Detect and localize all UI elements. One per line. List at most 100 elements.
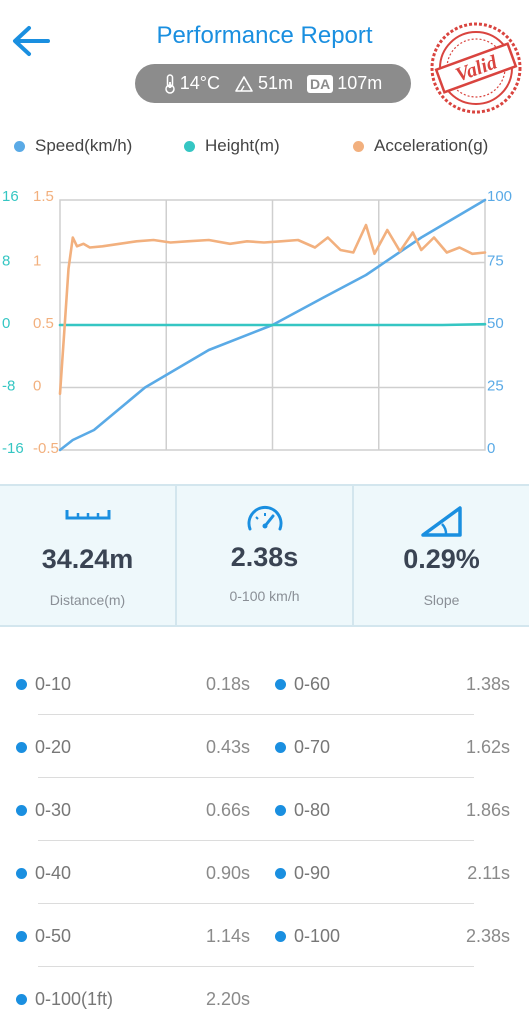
split-bullet	[16, 994, 27, 1005]
speed-axis-tick: 25	[487, 378, 504, 395]
split-range-label: 0-10	[35, 674, 72, 694]
zero-to-hundred-label: 0-100 km/h	[229, 588, 300, 604]
legend-acceleration-label: Acceleration(g)	[374, 136, 489, 155]
split-range-label: 0-30	[35, 800, 72, 820]
split-range-label: 0-60	[294, 674, 331, 694]
ruler-icon	[65, 510, 110, 520]
split-range: 0-10	[16, 674, 71, 695]
mountain-icon	[235, 75, 253, 92]
split-bullet	[16, 868, 27, 879]
legend-acceleration: Acceleration(g)	[353, 136, 488, 156]
speed-axis-tick: 75	[487, 253, 504, 270]
split-range: 0-30	[16, 800, 71, 821]
altitude-info: 51m	[234, 73, 293, 94]
split-range: 0-100(1ft)	[16, 989, 113, 1010]
split-range-label: 0-40	[35, 863, 72, 883]
distance-value: 34.24m	[41, 544, 134, 574]
chart-legend: Speed(km/h) Height(m) Acceleration(g)	[0, 136, 529, 160]
split-time: 0.43s	[205, 737, 250, 757]
altitude-value: 51m	[257, 73, 293, 93]
split-time: 0.66s	[205, 800, 250, 820]
slope-icon	[420, 506, 462, 537]
height-axis-tick: 16	[2, 188, 19, 205]
split-bullet	[16, 931, 27, 942]
split-range-label: 0-90	[294, 863, 331, 883]
height-axis-tick: -16	[2, 440, 24, 457]
legend-height-label: Height(m)	[205, 136, 280, 155]
split-range-label: 0-100(1ft)	[35, 989, 114, 1009]
split-range: 0-70	[275, 737, 330, 758]
split-time: 1.14s	[205, 926, 250, 946]
split-time: 1.38s	[465, 674, 510, 694]
distance-metric: 34.24m Distance(m)	[0, 486, 175, 625]
density-altitude-value: 107m	[337, 73, 383, 93]
split-range: 0-50	[16, 926, 71, 947]
split-bullet	[16, 742, 27, 753]
da-badge: DA	[306, 74, 334, 93]
legend-speed-label: Speed(km/h)	[35, 136, 133, 155]
split-range-label: 0-70	[294, 737, 331, 757]
split-row: 0-30 0.66s 0-80 1.86s	[0, 778, 529, 841]
environment-badge: 14°C 51m DA 107m	[135, 64, 411, 103]
slope-value: 0.29%	[403, 544, 480, 574]
split-range: 0-100	[275, 926, 340, 947]
acceleration-axis-tick: 0.5	[33, 315, 54, 332]
split-row: 0-40 0.90s 0-90 2.11s	[0, 841, 529, 904]
split-range-label: 0-80	[294, 800, 331, 820]
split-row: 0-20 0.43s 0-70 1.62s	[0, 715, 529, 778]
zero-to-hundred-value: 2.38s	[230, 542, 299, 572]
split-range: 0-60	[275, 674, 330, 695]
split-row: 0-100(1ft) 2.20s	[0, 967, 529, 1024]
acceleration-axis-tick: -0.5	[33, 440, 59, 457]
split-time: 1.62s	[465, 737, 510, 757]
split-row: 0-50 1.14s 0-100 2.38s	[0, 904, 529, 967]
split-row: 0-10 0.18s 0-60 1.38s	[0, 652, 529, 715]
speedometer-icon	[247, 506, 282, 531]
split-bullet	[16, 679, 27, 690]
split-time: 0.90s	[205, 863, 250, 883]
header: Performance Report 14°C 51m DA 107m Vali…	[0, 0, 529, 120]
split-bullet	[275, 679, 286, 690]
split-time: 0.18s	[205, 674, 250, 694]
split-time: 2.20s	[205, 989, 250, 1009]
legend-acceleration-marker	[353, 140, 364, 152]
split-range: 0-90	[275, 863, 330, 884]
speed-axis-tick: 0	[487, 440, 495, 457]
split-bullet	[275, 868, 286, 879]
split-bullet	[275, 805, 286, 816]
zero-to-hundred-metric: 2.38s 0-100 km/h	[175, 486, 352, 625]
distance-label: Distance(m)	[49, 592, 126, 608]
metrics-panel: 34.24m Distance(m) 2.38s 0-100 km/h 0.29…	[0, 484, 529, 627]
slope-metric: 0.29% Slope	[352, 486, 529, 625]
height-axis-tick: 8	[2, 253, 10, 270]
split-time: 2.11s	[467, 863, 510, 883]
density-altitude-info: DA 107m	[306, 73, 383, 94]
slope-label: Slope	[423, 592, 460, 608]
split-range: 0-80	[275, 800, 330, 821]
split-bullet	[275, 931, 286, 942]
temperature-info: 14°C	[164, 73, 220, 94]
acceleration-axis-tick: 1.5	[33, 188, 54, 205]
thermometer-icon	[165, 73, 175, 94]
acceleration-axis-tick: 1	[33, 253, 41, 270]
legend-speed-marker	[14, 140, 25, 152]
split-time: 1.86s	[465, 800, 510, 820]
performance-chart: 16 8 0 -8 -16 1.5 1 0.5 0 -0.5 100 75 50 25 0	[2, 188, 512, 457]
split-time: 2.38s	[465, 926, 510, 946]
split-range: 0-20	[16, 737, 71, 758]
split-bullet	[275, 742, 286, 753]
legend-speed: Speed(km/h)	[14, 136, 132, 156]
legend-height: Height(m)	[184, 136, 280, 156]
legend-height-marker	[184, 140, 195, 152]
temperature-value: 14°C	[179, 73, 220, 93]
split-range-label: 0-100	[294, 926, 341, 946]
height-axis-tick: -8	[2, 378, 15, 395]
split-range-label: 0-20	[35, 737, 72, 757]
height-axis-tick: 0	[2, 315, 10, 332]
speed-axis-tick: 50	[487, 315, 504, 332]
series-line-height	[58, 322, 487, 327]
speed-axis-tick: 100	[487, 188, 512, 205]
valid-stamp: Valid	[430, 22, 522, 114]
acceleration-axis-tick: 0	[33, 378, 41, 395]
split-bullet	[16, 805, 27, 816]
